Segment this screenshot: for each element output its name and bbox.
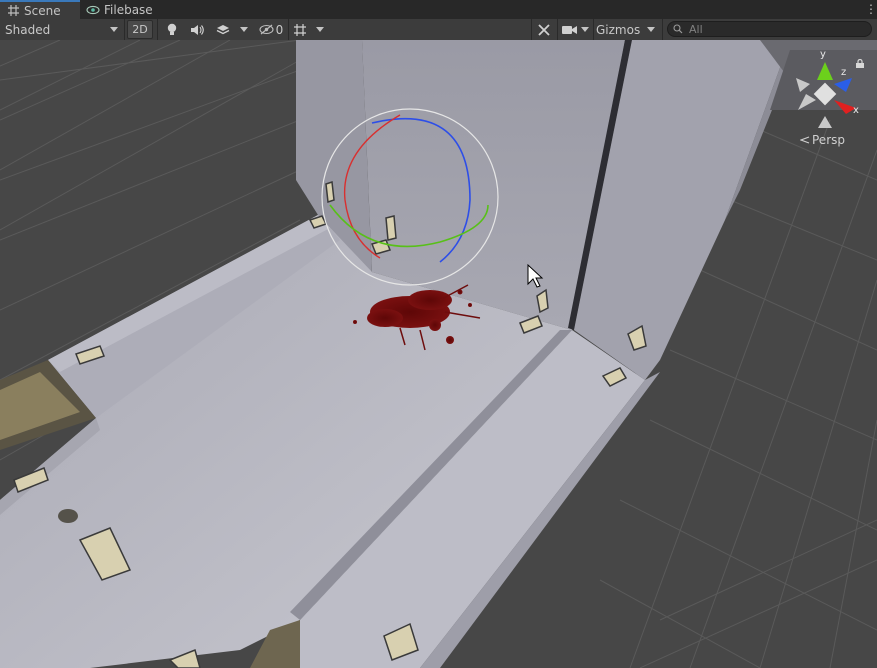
chevron-down-icon [110,27,118,32]
hidden-count: 0 [275,22,284,37]
gizmos-label: Gizmos [596,22,641,37]
tab-filebase-label: Filebase [104,2,153,17]
chevron-down-icon [647,27,655,32]
axis-x-label: x [853,105,859,116]
audio-toggle[interactable] [185,20,209,39]
axis-y-label: y [820,49,826,60]
camera-icon [561,25,577,34]
divider [288,19,289,40]
grid-snap-icon [294,23,306,36]
eye-slash-icon [259,24,274,35]
gizmos-dropdown[interactable]: Gizmos [595,20,659,39]
toggle-2d-button[interactable]: 2D [127,20,153,39]
camera-button[interactable] [559,20,579,39]
tab-scene-label: Scene [24,3,61,18]
draw-mode-label: Shaded [5,22,51,37]
scene-render: y z x [0,40,877,668]
divider [531,19,532,40]
tab-bar: Scene Filebase ⋮ [0,0,877,20]
tools-button[interactable] [533,20,555,39]
grid-icon [6,5,20,17]
eye-icon [86,4,100,16]
layers-icon [216,24,230,34]
divider [157,19,158,40]
hidden-objects-toggle[interactable]: 0 [256,20,286,39]
search-icon [673,24,683,34]
speaker-icon [191,24,204,35]
camera-mode-label: Persp [812,133,845,147]
divider [662,19,663,40]
chevron-down-icon [581,27,589,32]
tools-icon [538,23,550,36]
divider [124,19,125,40]
effects-toggle[interactable] [211,20,235,39]
tab-filebase[interactable]: Filebase [82,0,168,19]
toggle-2d-label: 2D [132,23,148,36]
grid-toggle[interactable] [290,20,310,39]
camera-dropdown[interactable] [578,20,592,39]
axis-z-label: z [841,67,846,78]
scene-window: Scene Filebase ⋮ Shaded 2D 0 Gizmos All … [0,0,877,668]
floor-hole [58,509,78,523]
lock-icon[interactable] [856,53,864,68]
grid-dropdown[interactable] [312,20,328,39]
chevron-down-icon [316,27,324,32]
search-placeholder: All [689,22,703,36]
lighting-toggle[interactable] [160,20,184,39]
draw-mode-dropdown[interactable]: Shaded [0,20,124,39]
tab-scene[interactable]: Scene [0,0,80,19]
chevron-left-icon [800,136,810,144]
scene-toolbar: Shaded 2D 0 Gizmos All [0,19,877,41]
chevron-down-icon [240,27,248,32]
scene-viewport[interactable]: y z x Persp [0,40,877,668]
effects-dropdown[interactable] [236,20,252,39]
divider [593,19,594,40]
more-options-icon[interactable]: ⋮ [865,2,877,16]
scene-search-field[interactable]: All [667,21,872,37]
lightbulb-icon [167,23,177,35]
camera-mode-toggle[interactable]: Persp [800,133,845,147]
divider [557,19,558,40]
